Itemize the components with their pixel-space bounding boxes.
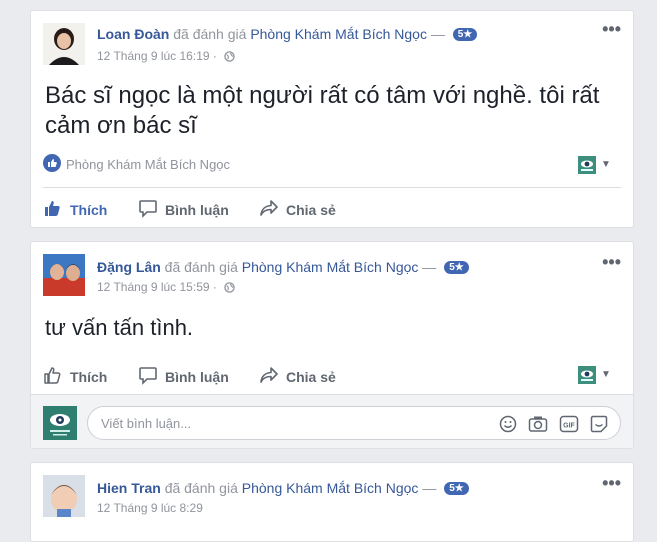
post-header: Hien Tran đã đánh giá Phòng Khám Mắt Bíc… <box>97 480 469 496</box>
share-label: Chia sẻ <box>286 368 336 385</box>
like-icon <box>43 154 61 175</box>
sticker-icon[interactable] <box>590 415 608 438</box>
gif-icon[interactable]: GIF <box>559 415 579 438</box>
comment-label: Bình luận <box>165 368 229 385</box>
action-verb: đã đánh giá <box>164 259 238 275</box>
review-post-1: Loan Đoàn đã đánh giá Phòng Khám Mắt Bíc… <box>30 10 634 228</box>
post-meta: 12 Tháng 9 lúc 16:19 · <box>97 49 235 65</box>
globe-icon <box>224 282 235 296</box>
post-text: Bác sĩ ngọc là một người rất có tâm với … <box>45 82 600 139</box>
page-link[interactable]: Phòng Khám Mắt Bích Ngọc <box>242 259 419 275</box>
more-options-button[interactable]: ••• <box>602 252 621 273</box>
rating-badge: 5★ <box>444 482 469 495</box>
share-button[interactable]: Chia sẻ <box>259 365 336 388</box>
liked-by-row: Phòng Khám Mắt Bích Ngọc <box>43 154 230 175</box>
page-link[interactable]: Phòng Khám Mắt Bích Ngọc <box>250 26 427 42</box>
comment-button[interactable]: Bình luận <box>138 198 229 221</box>
page-avatar-small[interactable] <box>578 366 598 386</box>
action-verb: đã đánh giá <box>164 480 238 496</box>
author-link[interactable]: Đặng Lân <box>97 259 161 275</box>
timestamp[interactable]: 12 Tháng 9 lúc 15:59 <box>97 280 210 294</box>
comment-icon <box>138 198 158 221</box>
separator: · <box>212 280 217 294</box>
share-label: Chia sẻ <box>286 201 336 218</box>
globe-icon <box>224 51 235 65</box>
rating-badge: 5★ <box>452 28 478 41</box>
page-avatar-small[interactable] <box>578 156 598 176</box>
liked-by-page[interactable]: Phòng Khám Mắt Bích Ngọc <box>66 157 230 172</box>
emoji-icon[interactable] <box>499 415 517 438</box>
divider <box>43 187 621 188</box>
timestamp[interactable]: 12 Tháng 9 lúc 8:29 <box>97 501 203 515</box>
like-label: Thích <box>70 368 108 385</box>
post-meta: 12 Tháng 9 lúc 8:29 <box>97 501 203 515</box>
post-meta: 12 Tháng 9 lúc 15:59 · <box>97 280 235 296</box>
share-button[interactable]: Chia sẻ <box>259 198 336 221</box>
comment-section: Viết bình luận... GIF <box>31 394 633 448</box>
review-post-3: Hien Tran đã đánh giá Phòng Khám Mắt Bíc… <box>30 462 634 542</box>
like-button[interactable]: Thích <box>43 365 107 388</box>
dash: — <box>422 259 437 275</box>
share-icon <box>259 198 279 221</box>
post-header: Đặng Lân đã đánh giá Phòng Khám Mắt Bích… <box>97 259 469 275</box>
action-verb: đã đánh giá <box>173 26 247 42</box>
thumbs-up-icon <box>43 365 63 388</box>
share-icon <box>259 365 279 388</box>
chevron-down-icon[interactable]: ▼ <box>601 369 611 380</box>
post-header: Loan Đoàn đã đánh giá Phòng Khám Mắt Bíc… <box>97 26 478 42</box>
comment-icon <box>138 365 158 388</box>
more-options-button[interactable]: ••• <box>602 19 621 40</box>
camera-icon[interactable] <box>528 415 548 438</box>
avatar[interactable] <box>43 254 85 296</box>
commenter-avatar[interactable] <box>43 406 77 440</box>
thumbs-up-icon <box>43 198 63 221</box>
rating-badge: 5★ <box>444 261 469 274</box>
chevron-down-icon[interactable]: ▼ <box>601 159 611 170</box>
like-button[interactable]: Thích <box>43 198 107 221</box>
author-link[interactable]: Hien Tran <box>97 480 161 496</box>
avatar[interactable] <box>43 475 85 517</box>
timestamp[interactable]: 12 Tháng 9 lúc 16:19 <box>97 49 210 63</box>
review-post-2: Đặng Lân đã đánh giá Phòng Khám Mắt Bích… <box>30 241 634 449</box>
dash: — <box>430 26 445 42</box>
comment-button[interactable]: Bình luận <box>138 365 229 388</box>
comment-input[interactable]: Viết bình luận... GIF <box>87 406 621 440</box>
separator: · <box>212 49 217 63</box>
avatar[interactable] <box>43 23 85 65</box>
page-link[interactable]: Phòng Khám Mắt Bích Ngọc <box>242 480 419 496</box>
author-link[interactable]: Loan Đoàn <box>97 26 169 42</box>
svg-text:GIF: GIF <box>563 423 575 430</box>
comment-label: Bình luận <box>165 201 229 218</box>
dash: — <box>422 480 437 496</box>
more-options-button[interactable]: ••• <box>602 473 621 494</box>
comment-placeholder: Viết bình luận... <box>101 416 192 431</box>
post-text: tư vấn tấn tình. <box>45 315 194 340</box>
like-label: Thích <box>70 201 108 218</box>
